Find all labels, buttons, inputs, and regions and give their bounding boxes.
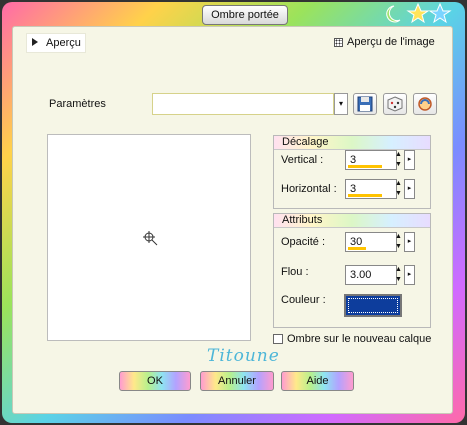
preview-label: Aperçu — [46, 37, 81, 49]
horizontal-spinner-icon[interactable]: ▲ ▼ — [394, 179, 403, 199]
color-label: Couleur : — [281, 294, 326, 306]
blur-value: 3.00 — [350, 269, 372, 281]
horizontal-menu-arrow-icon[interactable]: ▸ — [404, 179, 415, 199]
help-button[interactable]: Aide — [281, 371, 354, 391]
expand-arrow-icon[interactable] — [32, 38, 38, 46]
opacity-spinner-icon[interactable]: ▲ ▼ — [394, 232, 403, 252]
new-layer-label: Ombre sur le nouveau calque — [287, 333, 432, 345]
decorative-stars-icon — [380, 2, 460, 26]
reset-icon — [418, 97, 432, 111]
shadow-color-swatch[interactable] — [344, 294, 402, 317]
opacity-level-bar — [348, 247, 366, 250]
settings-label: Paramètres — [49, 98, 106, 110]
offset-group-title: Décalage — [274, 136, 430, 150]
preset-dropdown[interactable] — [152, 93, 334, 115]
floppy-disk-icon — [357, 96, 373, 112]
ok-button[interactable]: OK — [119, 371, 191, 391]
blur-spinner-icon[interactable]: ▲ ▼ — [394, 265, 403, 285]
vertical-level-bar — [348, 165, 382, 168]
save-preset-button[interactable] — [353, 93, 377, 115]
opacity-input[interactable]: 30 — [345, 232, 397, 252]
preset-dropdown-arrow-icon[interactable]: ▾ — [334, 93, 348, 115]
reset-button[interactable] — [413, 93, 437, 115]
vertical-spinner-icon[interactable]: ▲ ▼ — [394, 150, 403, 170]
blur-menu-arrow-icon[interactable]: ▸ — [404, 265, 415, 285]
horizontal-label: Horizontal : — [281, 183, 337, 195]
image-preview-checkbox[interactable] — [334, 38, 343, 47]
horizontal-level-bar — [348, 194, 382, 197]
vertical-menu-arrow-icon[interactable]: ▸ — [404, 150, 415, 170]
new-layer-checkbox[interactable] — [273, 334, 283, 344]
author-watermark: Titoune — [207, 346, 280, 366]
blur-input[interactable]: 3.00 — [345, 265, 397, 285]
move-crosshair-icon[interactable] — [142, 230, 158, 246]
dice-icon — [387, 96, 403, 112]
attributes-group-title: Attributs — [274, 214, 430, 228]
cancel-button[interactable]: Annuler — [200, 371, 274, 391]
window-title: Ombre portée — [202, 5, 288, 25]
opacity-menu-arrow-icon[interactable]: ▸ — [404, 232, 415, 252]
vertical-input[interactable]: 3 — [345, 150, 397, 170]
vertical-label: Vertical : — [281, 154, 324, 166]
opacity-label: Opacité : — [281, 236, 326, 248]
blur-label: Flou : — [281, 266, 309, 278]
randomize-button[interactable] — [383, 93, 407, 115]
image-preview-label: Aperçu de l'image — [347, 36, 435, 48]
horizontal-input[interactable]: 3 — [345, 179, 397, 199]
